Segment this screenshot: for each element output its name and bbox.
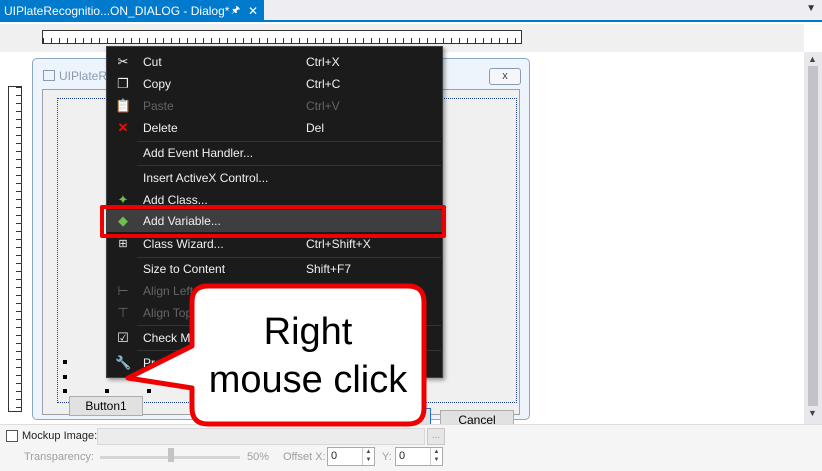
transparency-value: 50% [247,451,270,463]
menu-item-label: Paste [143,99,174,113]
menu-item-label: Delete [143,121,178,135]
menu-item-shortcut: Del [306,121,325,135]
menu-item-add-event-handler[interactable]: Add Event Handler... [107,142,442,164]
resize-handle[interactable] [105,389,109,393]
scissors-icon: ✂ [117,54,129,69]
scroll-up-icon[interactable]: ▲ [808,54,817,64]
spin-arrows-icon[interactable]: ▲ ▼ [362,448,374,465]
close-icon[interactable]: ✕ [248,0,258,22]
browse-button[interactable]: ... [427,428,445,445]
menu-item-label: Align Tops [143,306,199,320]
offset-y-value: 0 [399,450,406,462]
menu-item-shortcut: Ctrl+V [306,99,340,113]
offset-y-stepper[interactable]: 0 ▲ ▼ [395,447,443,466]
offset-y-label: Y: [382,451,392,463]
mockup-image-checkbox[interactable] [6,430,18,442]
resize-handle[interactable] [147,389,151,393]
resize-handle[interactable] [63,360,67,364]
wrench-icon: 🔧 [115,355,132,370]
document-tab[interactable]: UIPlateRecognitio...ON_DIALOG - Dialog* … [0,0,264,22]
copy-icon: ❐ [117,76,129,91]
menu-item-shortcut: Ctrl+C [306,77,341,91]
menu-item-copy[interactable]: ❐ Copy Ctrl+C [107,73,442,95]
button1-control[interactable]: Button1 [69,396,143,416]
menu-item-paste[interactable]: 📋 Paste Ctrl+V [107,95,442,117]
mockup-image-path-input[interactable] [97,428,425,445]
pin-icon[interactable]: 🖈 [231,0,240,22]
vertical-ruler[interactable] [8,86,22,412]
menu-item-label: Copy [143,77,172,91]
menu-separator [137,165,441,166]
document-tab-title: UIPlateRecognitio...ON_DIALOG - Dialog* [4,4,230,18]
menu-item-cut[interactable]: ✂ Cut Ctrl+X [107,51,442,73]
dialog-title: UIPlateR [43,69,107,83]
callout-text: Right mouse click [192,308,424,404]
menu-item-label: Cut [143,55,162,69]
menu-item-label: Add Event Handler... [143,146,254,160]
callout-line-2: mouse click [208,359,408,401]
dialog-title-text: UIPlateR [59,69,108,83]
menu-item-delete[interactable]: ✕ Delete Del [107,117,442,139]
chevron-down-icon[interactable]: ▼ [806,3,816,14]
check-mnemonics-icon: ☑ [117,330,129,345]
highlight-box [100,205,446,238]
callout-line-1: Right [263,311,353,353]
resize-handle[interactable] [63,389,67,393]
align-left-icon: ⊢ [117,283,129,298]
menu-item-label: Insert ActiveX Control... [143,171,269,185]
scroll-down-icon[interactable]: ▼ [808,408,817,418]
delete-icon: ✕ [117,120,129,135]
spin-arrows-icon[interactable]: ▲ ▼ [430,448,442,465]
horizontal-ruler[interactable] [42,30,522,44]
transparency-label: Transparency: [24,451,94,463]
dialog-close-button[interactable]: x [489,68,521,85]
document-tab-strip: UIPlateRecognitio...ON_DIALOG - Dialog* … [0,0,822,22]
transparency-slider-thumb[interactable] [168,448,174,462]
menu-item-insert-activex[interactable]: Insert ActiveX Control... [107,167,442,189]
mockup-image-label: Mockup Image: [22,430,98,442]
resize-handle[interactable] [63,375,67,379]
menu-item-size-to-content[interactable]: Size to Content Shift+F7 [107,258,442,280]
menu-item-label: Properties [143,356,198,370]
menu-item-shortcut: Shift+F7 [306,262,352,276]
offset-x-value: 0 [331,450,338,462]
menu-item-shortcut: Ctrl+X [306,55,340,69]
paste-icon: 📋 [115,98,132,113]
offset-x-stepper[interactable]: 0 ▲ ▼ [327,447,375,466]
mockup-toolbar: Mockup Image: ... Transparency: 50% Offs… [0,424,822,471]
menu-item-label: Size to Content [143,262,226,276]
window-icon [43,70,55,81]
align-top-icon: ⊤ [117,305,129,320]
vertical-scrollbar[interactable]: ▲ ▼ [804,52,822,424]
menu-item-align-lefts[interactable]: ⊢ Align Lefts [107,280,442,302]
menu-item-label: Align Lefts [143,284,200,298]
scrollbar-thumb[interactable] [808,66,818,406]
offset-x-label: Offset X: [283,451,326,463]
